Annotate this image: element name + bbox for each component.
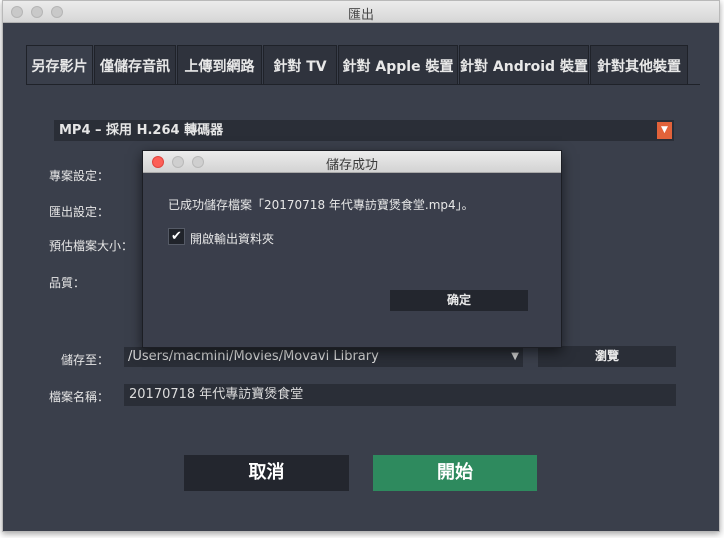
save-path-value: /Users/macmini/Movies/Movavi Library xyxy=(128,349,379,364)
export-tabs: 另存影片 僅儲存音訊 上傳到網路 針對 TV 針對 Apple 裝置 針對 An… xyxy=(26,45,689,85)
dialog-title: 儲存成功 xyxy=(325,158,378,173)
dialog-title-bar: 儲存成功 xyxy=(143,151,561,173)
tab-divider xyxy=(26,84,700,85)
ok-button[interactable]: 确定 xyxy=(390,290,528,311)
export-window: 匯出 另存影片 僅儲存音訊 上傳到網路 針對 TV 針對 Apple 裝置 針對… xyxy=(2,0,720,532)
dialog-message: 已成功儲存檔案「20170718 年代專訪寶煲食堂.mp4」。 xyxy=(168,198,474,212)
save-path-dropdown[interactable]: /Users/macmini/Movies/Movavi Library ▼ xyxy=(124,347,523,367)
cancel-button[interactable]: 取消 xyxy=(184,455,349,491)
tab-other-devices[interactable]: 針對其他裝置 xyxy=(590,45,688,85)
tab-android[interactable]: 針對 Android 裝置 xyxy=(459,45,589,85)
save-success-dialog: 儲存成功 已成功儲存檔案「20170718 年代專訪寶煲食堂.mp4」。 ✔ 開… xyxy=(142,150,562,348)
filename-input[interactable]: 20170718 年代專訪寶煲食堂 xyxy=(124,384,676,406)
open-folder-label[interactable]: 開啟輸出資料夾 xyxy=(190,230,274,247)
tab-upload-web[interactable]: 上傳到網路 xyxy=(177,45,262,85)
chevron-down-icon[interactable]: ▼ xyxy=(511,347,519,367)
project-settings-label: 專案設定： xyxy=(49,169,110,183)
tab-audio-only[interactable]: 僅儲存音訊 xyxy=(94,45,176,85)
format-dropdown[interactable]: MP4 – 採用 H.264 轉碼器 ▼ xyxy=(54,120,674,141)
tab-apple[interactable]: 針對 Apple 裝置 xyxy=(338,45,458,85)
tab-tv[interactable]: 針對 TV xyxy=(263,45,337,85)
open-folder-checkbox[interactable]: ✔ xyxy=(168,228,185,245)
format-value: MP4 – 採用 H.264 轉碼器 xyxy=(59,123,224,138)
quality-label: 品質： xyxy=(49,276,86,290)
filename-label: 檔案名稱： xyxy=(49,390,110,404)
dropdown-arrow-icon[interactable]: ▼ xyxy=(657,122,672,139)
checkmark-icon: ✔ xyxy=(171,229,182,244)
tab-save-video[interactable]: 另存影片 xyxy=(26,45,93,85)
export-settings-label: 匯出設定： xyxy=(49,205,110,219)
save-to-label: 儲存至： xyxy=(61,353,110,367)
title-bar: 匯出 xyxy=(3,1,719,23)
estimated-size-label: 預估檔案大小： xyxy=(49,239,134,253)
browse-button[interactable]: 瀏覽 xyxy=(538,346,676,367)
window-title: 匯出 xyxy=(347,8,374,23)
start-button[interactable]: 開始 xyxy=(373,455,537,491)
